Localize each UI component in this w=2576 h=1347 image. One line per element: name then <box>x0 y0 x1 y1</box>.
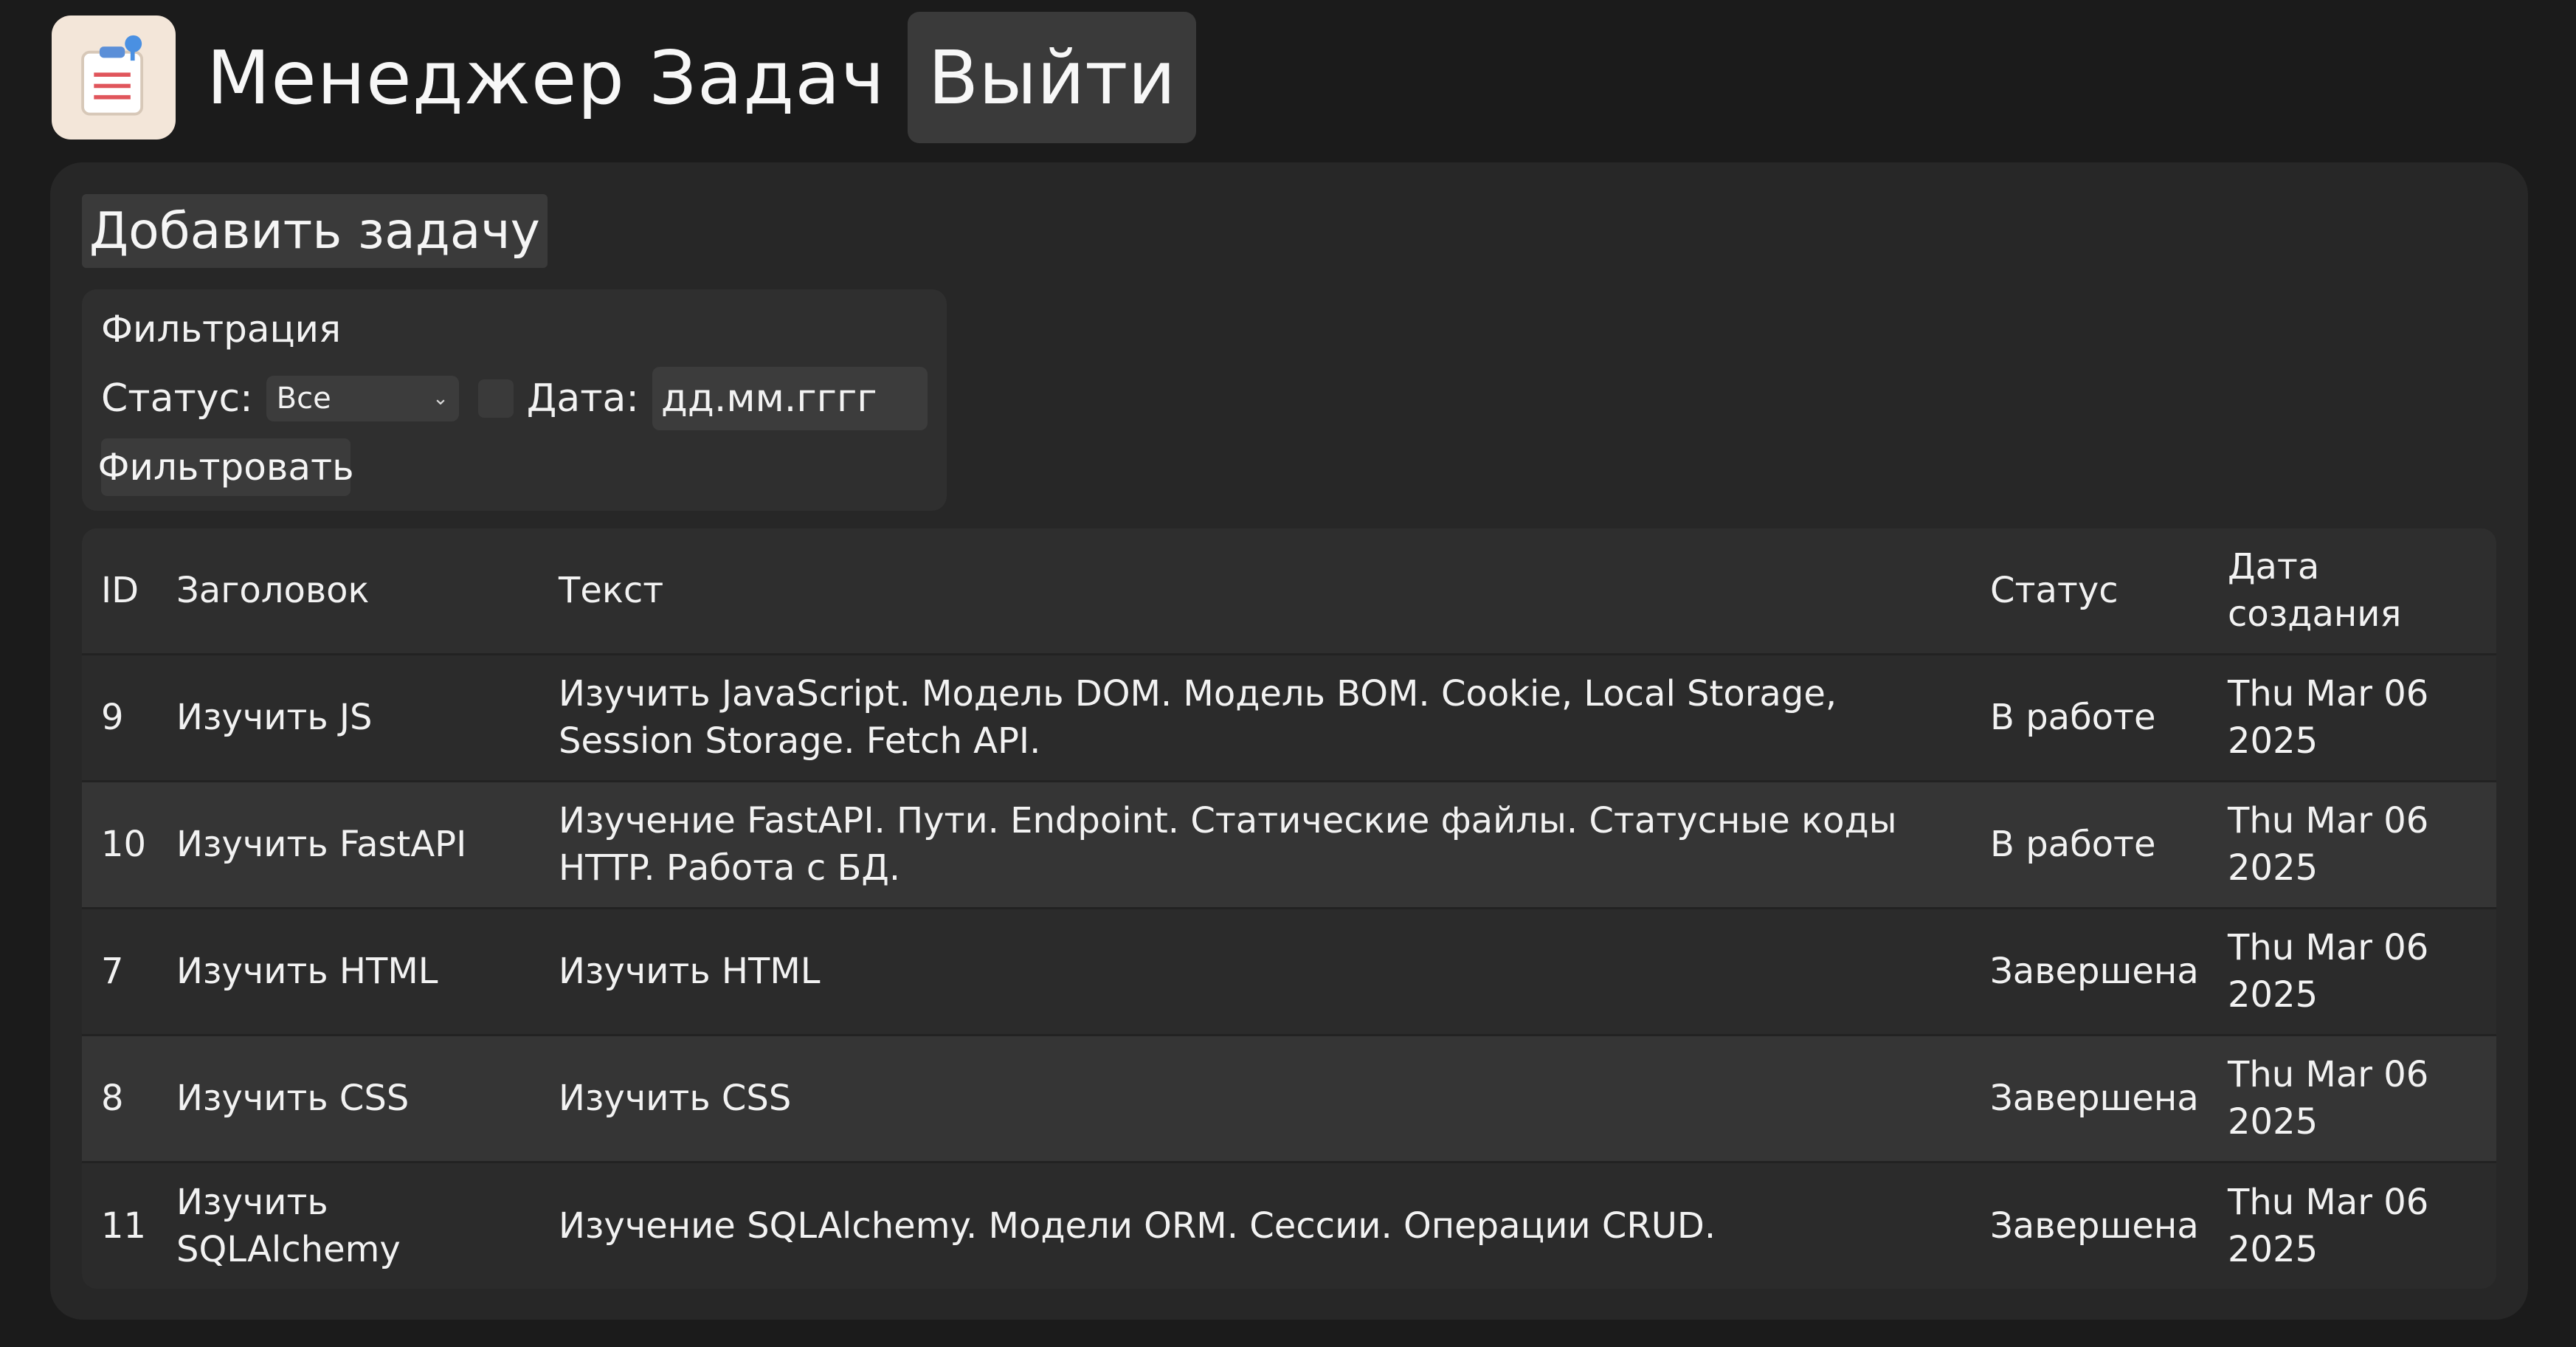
cell-title: Изучить SQLAlchemy <box>176 1181 401 1270</box>
table-row[interactable]: 8 Изучить CSS Изучить CSS Завершена Thu … <box>82 1035 2496 1162</box>
cell-id: 7 <box>101 951 124 992</box>
logout-button[interactable]: Выйти <box>907 12 1197 143</box>
add-task-button[interactable]: Добавить задачу <box>82 194 548 268</box>
cell-id: 11 <box>101 1205 147 1247</box>
cell-date: Thu Mar 06 2025 <box>2228 927 2429 1016</box>
header-status: Статус <box>1990 570 2119 612</box>
table-row[interactable]: 9 Изучить JS Изучить JavaScript. Модель … <box>82 654 2496 781</box>
chevron-down-icon: ⌄ <box>432 387 449 410</box>
cell-text: Изучить CSS <box>559 1078 792 1119</box>
main-panel: Добавить задачу Фильтрация Статус: Все ⌄… <box>50 162 2528 1320</box>
cell-text: Изучение FastAPI. Пути. Endpoint. Статич… <box>559 800 1897 889</box>
table-row[interactable]: 10 Изучить FastAPI Изучение FastAPI. Пут… <box>82 781 2496 908</box>
cell-status: Завершена <box>1990 1205 2199 1247</box>
clipboard-icon <box>52 15 176 139</box>
cell-text: Изучить HTML <box>559 951 821 992</box>
cell-date: Thu Mar 06 2025 <box>2228 1181 2429 1270</box>
date-input-placeholder: дд.мм.гггг <box>660 376 877 421</box>
date-input[interactable]: дд.мм.гггг <box>652 367 928 430</box>
cell-status: В работе <box>1990 697 2156 738</box>
header-id: ID <box>101 570 139 612</box>
cell-text: Изучение SQLAlchemy. Модели ORM. Сессии.… <box>559 1205 1716 1247</box>
app-header: Менеджер Задач Выйти <box>52 12 1197 143</box>
app-root: Менеджер Задач Выйти Добавить задачу Фил… <box>0 0 2576 1347</box>
status-label: Статус: <box>101 376 253 421</box>
date-filter-checkbox[interactable] <box>477 379 514 418</box>
status-select[interactable]: Все ⌄ <box>266 376 459 421</box>
filter-button[interactable]: Фильтровать <box>97 438 354 496</box>
cell-date: Thu Mar 06 2025 <box>2228 673 2429 762</box>
cell-id: 9 <box>101 697 124 738</box>
cell-status: Завершена <box>1990 951 2199 992</box>
cell-id: 8 <box>101 1078 124 1119</box>
filter-panel: Фильтрация Статус: Все ⌄ Дата: дд.мм.ггг… <box>82 289 947 511</box>
cell-id: 10 <box>101 824 147 865</box>
status-select-value: Все <box>276 382 331 416</box>
cell-title: Изучить FastAPI <box>176 824 467 865</box>
tasks-table: ID Заголовок Текст Статус Дата создания … <box>82 528 2496 1289</box>
cell-date: Thu Mar 06 2025 <box>2228 1054 2429 1143</box>
header-title: Заголовок <box>176 570 370 612</box>
cell-status: Завершена <box>1990 1078 2199 1119</box>
app-title: Менеджер Задач <box>207 34 885 121</box>
header-text: Текст <box>559 570 664 612</box>
cell-status: В работе <box>1990 824 2156 865</box>
table-row[interactable]: 7 Изучить HTML Изучить HTML Завершена Th… <box>82 908 2496 1035</box>
cell-title: Изучить JS <box>176 697 373 738</box>
cell-title: Изучить CSS <box>176 1078 410 1119</box>
date-label: Дата: <box>526 376 639 421</box>
filter-title: Фильтрация <box>101 308 342 351</box>
filter-row: Статус: Все ⌄ Дата: дд.мм.гггг <box>101 367 928 430</box>
cell-date: Thu Mar 06 2025 <box>2228 800 2429 889</box>
cell-title: Изучить HTML <box>176 951 438 992</box>
header-date: Дата создания <box>2228 546 2402 635</box>
table-row[interactable]: 11 Изучить SQLAlchemy Изучение SQLAlchem… <box>82 1162 2496 1289</box>
cell-text: Изучить JavaScript. Модель DOM. Модель B… <box>559 673 1837 762</box>
table-header-row: ID Заголовок Текст Статус Дата создания <box>82 528 2496 654</box>
